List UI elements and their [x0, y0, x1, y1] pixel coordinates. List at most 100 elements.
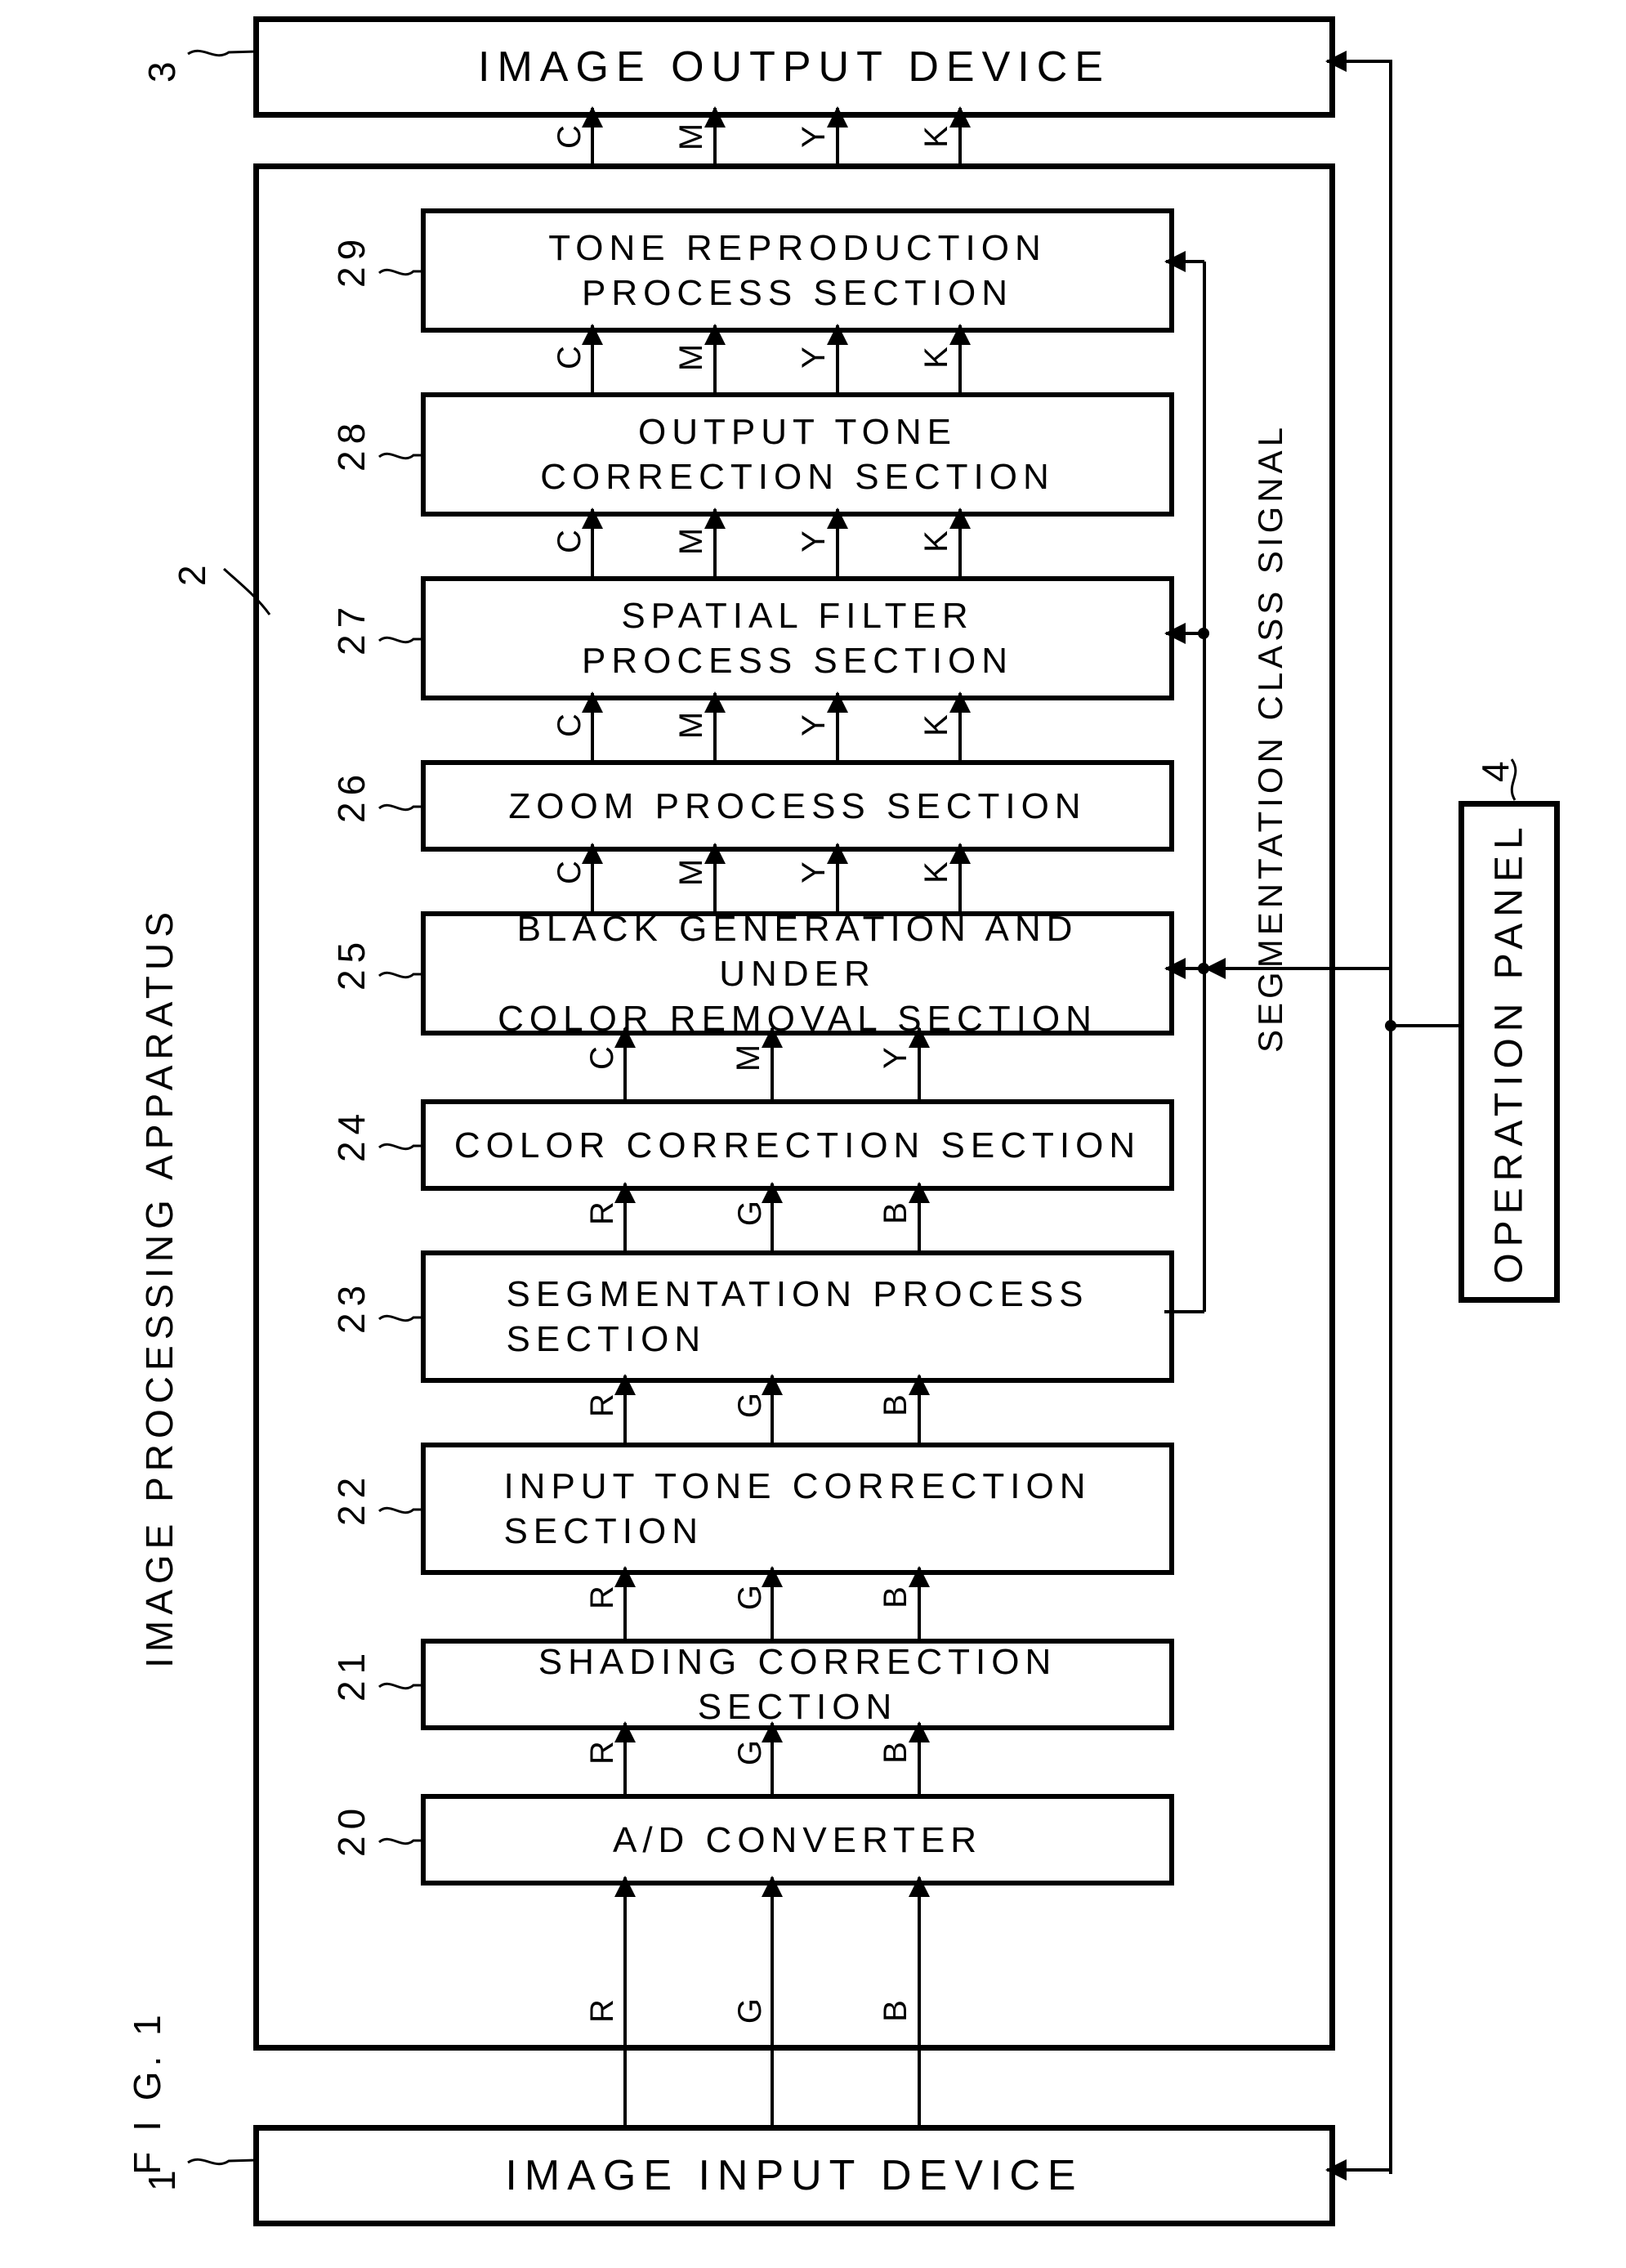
signal-label-g: G [732, 1739, 769, 1766]
image-output-device: IMAGE OUTPUT DEVICE [253, 16, 1335, 118]
signal-label-r: R [583, 1393, 620, 1417]
ref-26: 26 [330, 767, 373, 823]
leader-line-22 [378, 1506, 425, 1514]
junction-dot-panel [1385, 1020, 1396, 1031]
ref-25: 25 [330, 935, 373, 991]
arrow-g-input-20 [762, 1876, 783, 2125]
signal-label-y: Y [795, 126, 832, 148]
ref-22: 22 [330, 1470, 373, 1526]
arrow-y-24-25 [909, 1027, 930, 1099]
block-output-tone-correction-section: OUTPUT TONE CORRECTION SECTION [421, 392, 1174, 517]
arrow-b-20-21 [909, 1721, 930, 1794]
leader-line-2 [222, 567, 271, 615]
signal-label-k: K [918, 714, 954, 736]
ref-29: 29 [330, 232, 373, 288]
arrow-r-input-20 [614, 1876, 636, 2125]
ref-3: 3 [141, 55, 183, 83]
ref-20: 20 [330, 1801, 373, 1857]
arrow-g-23-24 [762, 1182, 783, 1250]
arrow-segmentation-to-29 [1164, 251, 1204, 272]
leader-line-23 [378, 1314, 425, 1322]
arrow-b-21-22 [909, 1566, 930, 1639]
signal-label-c: C [551, 346, 587, 369]
arrow-panel-to-input-device [1325, 2159, 1392, 2181]
signal-label-m: M [673, 527, 710, 556]
signal-label-y: Y [795, 714, 832, 736]
arrow-m-to-output [704, 106, 726, 163]
leader-line-25 [378, 971, 425, 979]
block-black-generation-under-color-removal-section: BLACK GENERATION AND UNDER COLOR REMOVAL… [421, 909, 1174, 1039]
arrow-c-28-29 [582, 324, 603, 392]
arrow-k-27-28 [949, 508, 971, 576]
signal-label-b: B [877, 2000, 914, 2022]
leader-line-1 [187, 2158, 257, 2166]
image-input-device: IMAGE INPUT DEVICE [253, 2125, 1335, 2226]
signal-label-r: R [583, 1201, 620, 1225]
signal-label-y: Y [795, 861, 832, 883]
arrow-y-to-output [827, 106, 848, 163]
leader-line-28 [378, 452, 425, 460]
signal-label-c: C [551, 530, 587, 553]
segmentation-bus-line [1203, 262, 1206, 1312]
arrow-b-input-20 [909, 1876, 930, 2125]
signal-label-k: K [918, 347, 954, 369]
segmentation-bus-from-23 [1164, 1310, 1204, 1313]
arrow-k-28-29 [949, 324, 971, 392]
block-spatial-filter-process-section: SPATIAL FILTER PROCESS SECTION [421, 576, 1174, 700]
arrow-y-28-29 [827, 324, 848, 392]
signal-label-g: G [732, 1200, 769, 1227]
ref-28: 28 [330, 416, 373, 472]
signal-label-c: C [551, 714, 587, 737]
leader-line-20 [378, 1837, 425, 1845]
signal-label-g: G [732, 1997, 769, 2024]
signal-label-b: B [877, 1586, 914, 1608]
arrow-g-21-22 [762, 1566, 783, 1639]
arrow-c-to-output [582, 106, 603, 163]
block-color-correction-section: COLOR CORRECTION SECTION [421, 1099, 1174, 1191]
block-ad-converter: A/D CONVERTER [421, 1794, 1174, 1886]
block-tone-reproduction-process-section: TONE REPRODUCTION PROCESS SECTION [421, 208, 1174, 333]
ref-2: 2 [171, 558, 213, 586]
signal-label-c: C [583, 1046, 620, 1070]
arrow-r-23-24 [614, 1182, 636, 1250]
operation-panel-stub [1391, 1024, 1460, 1027]
signal-label-k: K [918, 530, 954, 552]
signal-label-b: B [877, 1394, 914, 1416]
signal-label-b: B [877, 1202, 914, 1224]
arrow-m-27-28 [704, 508, 726, 576]
apparatus-label: IMAGE PROCESSING APPARATUS [138, 906, 181, 1668]
arrow-m-24-25 [762, 1027, 783, 1099]
signal-label-m: M [673, 711, 710, 740]
block-shading-correction-section: SHADING CORRECTION SECTION [421, 1639, 1174, 1730]
signal-label-k: K [918, 126, 954, 148]
signal-label-y: Y [795, 347, 832, 369]
signal-label-m: M [673, 858, 710, 887]
block-zoom-process-section: ZOOM PROCESS SECTION [421, 760, 1174, 852]
signal-label-m: M [730, 1044, 767, 1072]
arrow-m-26-27 [704, 691, 726, 760]
leader-line-26 [378, 803, 425, 812]
operation-panel-trunk [1389, 61, 1392, 2174]
block-input-tone-correction-section: INPUT TONE CORRECTION SECTION [421, 1443, 1174, 1575]
ref-24: 24 [330, 1107, 373, 1162]
arrow-r-21-22 [614, 1566, 636, 1639]
image-output-device-label: IMAGE OUTPUT DEVICE [478, 43, 1110, 91]
signal-label-m: M [673, 343, 710, 372]
ref-1: 1 [141, 2163, 183, 2191]
ref-21: 21 [330, 1646, 373, 1702]
arrow-b-22-23 [909, 1374, 930, 1443]
signal-label-k: K [918, 861, 954, 883]
arrow-k-to-output [949, 106, 971, 163]
arrow-y-26-27 [827, 691, 848, 760]
junction-dot-27 [1198, 628, 1209, 639]
leader-line-29 [378, 268, 425, 276]
operation-panel-label: OPERATION PANEL [1487, 820, 1531, 1284]
ref-23: 23 [330, 1278, 373, 1334]
arrow-y-25-26 [827, 843, 848, 911]
arrow-g-22-23 [762, 1374, 783, 1443]
signal-label-r: R [583, 1999, 620, 2023]
signal-label-c: C [551, 861, 587, 884]
ref-27: 27 [330, 600, 373, 655]
signal-label-g: G [732, 1392, 769, 1419]
arrow-m-28-29 [704, 324, 726, 392]
